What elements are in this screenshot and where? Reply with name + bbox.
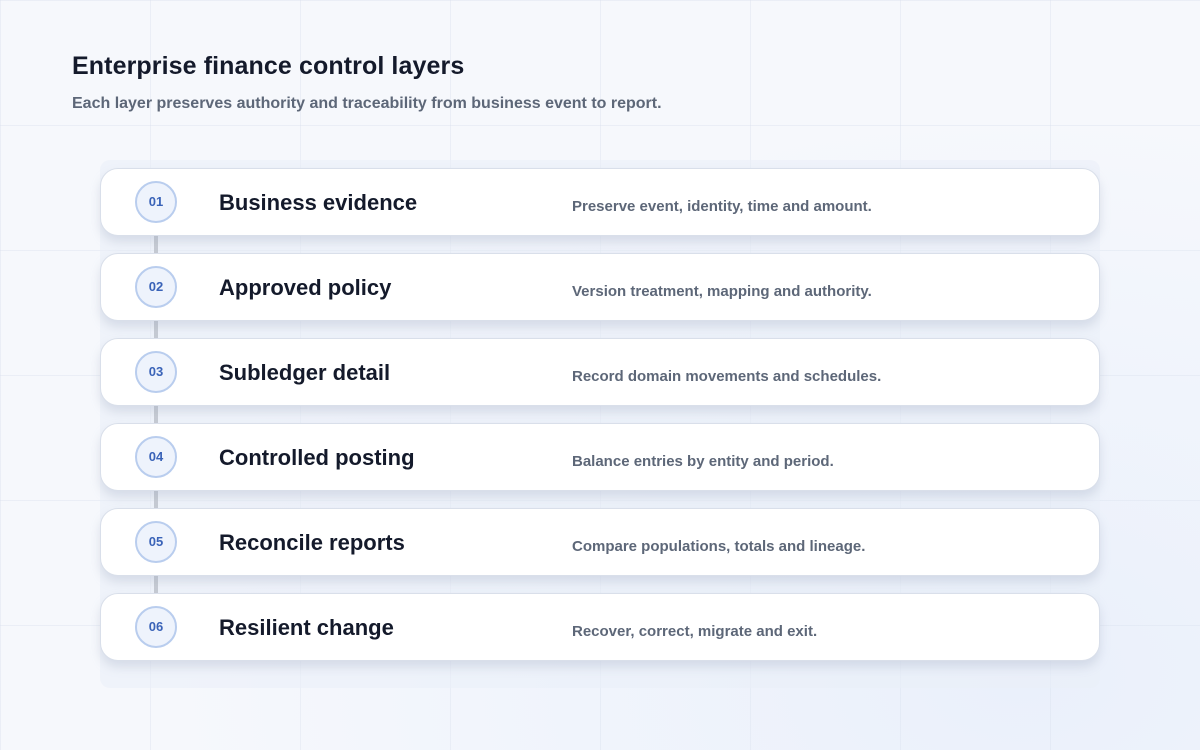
step-number-badge: 02 bbox=[135, 266, 177, 308]
step-number-badge: 05 bbox=[135, 521, 177, 563]
layer-card-resilient-change: 06 Resilient change Recover, correct, mi… bbox=[100, 593, 1100, 661]
layer-title: Subledger detail bbox=[219, 360, 391, 385]
layer-title: Reconcile reports bbox=[219, 530, 405, 555]
page-header: Enterprise finance control layers Each l… bbox=[72, 52, 662, 113]
layer-list: 01 Business evidence Preserve event, ide… bbox=[100, 168, 1100, 678]
layer-description: Recover, correct, migrate and exit. bbox=[572, 623, 818, 640]
layer-card-reconcile-reports: 05 Reconcile reports Compare populations… bbox=[100, 508, 1100, 576]
page-subtitle: Each layer preserves authority and trace… bbox=[72, 95, 662, 112]
layer-title: Business evidence bbox=[219, 190, 418, 215]
layer-title: Resilient change bbox=[219, 615, 394, 640]
layer-title: Controlled posting bbox=[219, 445, 415, 470]
page-title: Enterprise finance control layers bbox=[72, 52, 465, 80]
layer-card-subledger-detail: 03 Subledger detail Record domain moveme… bbox=[100, 338, 1100, 406]
step-number-badge: 01 bbox=[135, 181, 177, 223]
step-number-badge: 03 bbox=[135, 351, 177, 393]
layer-description: Record domain movements and schedules. bbox=[572, 368, 882, 385]
layer-description: Preserve event, identity, time and amoun… bbox=[572, 198, 872, 215]
layer-description: Balance entries by entity and period. bbox=[572, 453, 834, 470]
layer-card-approved-policy: 02 Approved policy Version treatment, ma… bbox=[100, 253, 1100, 321]
layer-description: Version treatment, mapping and authority… bbox=[572, 283, 872, 300]
step-number-badge: 06 bbox=[135, 606, 177, 648]
layer-title: Approved policy bbox=[219, 275, 392, 300]
layer-card-controlled-posting: 04 Controlled posting Balance entries by… bbox=[100, 423, 1100, 491]
layer-card-business-evidence: 01 Business evidence Preserve event, ide… bbox=[100, 168, 1100, 236]
step-number-badge: 04 bbox=[135, 436, 177, 478]
layer-description: Compare populations, totals and lineage. bbox=[572, 538, 866, 555]
